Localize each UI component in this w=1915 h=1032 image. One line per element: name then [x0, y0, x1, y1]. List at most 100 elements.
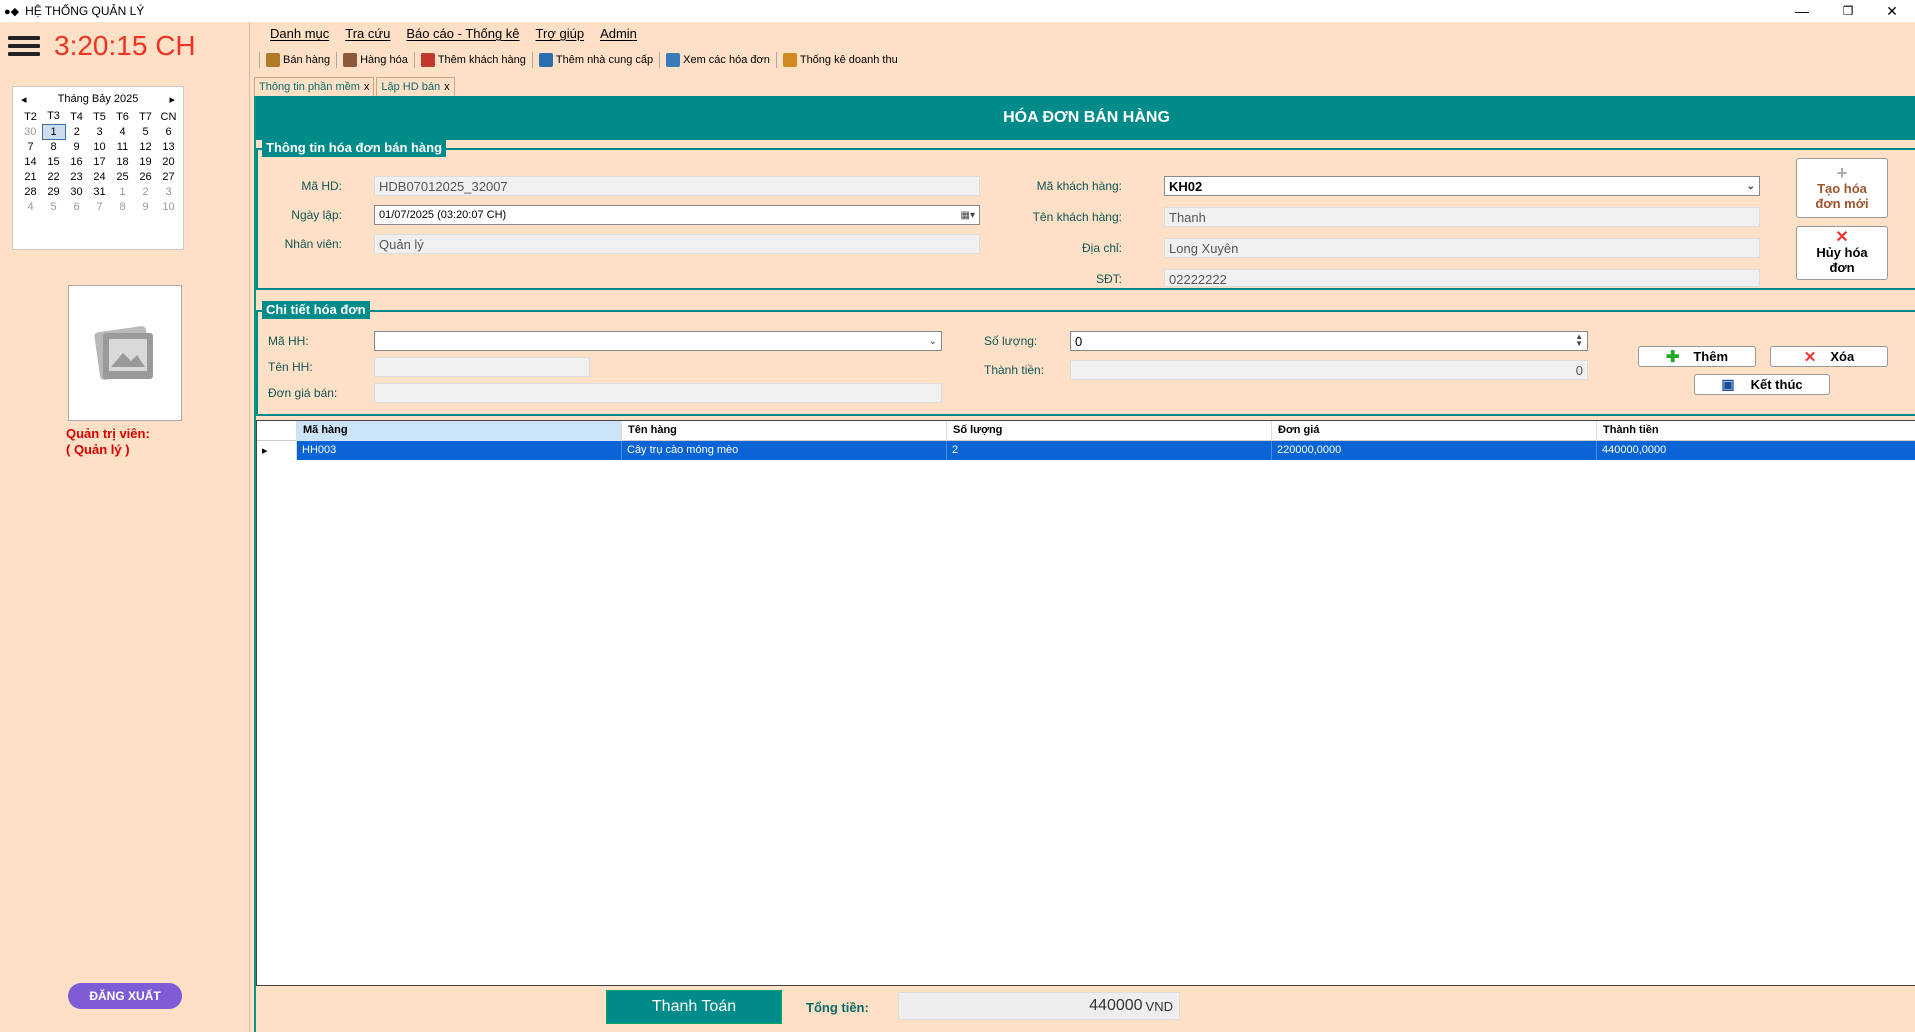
- column-header[interactable]: Thành tiền: [1597, 421, 1915, 441]
- page-title: HÓA ĐƠN BÁN HÀNG: [256, 96, 1915, 140]
- calendar-day[interactable]: 30: [65, 184, 88, 199]
- restore-button[interactable]: ❐: [1825, 0, 1871, 22]
- calendar-day[interactable]: 16: [65, 154, 88, 169]
- calendar-day[interactable]: 25: [111, 169, 134, 184]
- logout-button[interactable]: ĐĂNG XUẤT: [68, 983, 182, 1009]
- tab-lap-hd-ban[interactable]: Lập HD bán x: [376, 77, 455, 96]
- calendar-day[interactable]: 20: [157, 154, 180, 169]
- toolbar-them-nha-cung-cap[interactable]: Thêm nhà cung cấp: [534, 53, 658, 67]
- toolbar-separator: [336, 52, 338, 68]
- date-picker[interactable]: 01/07/2025 (03:20:07 CH) ▦▾: [374, 205, 980, 225]
- table-cell[interactable]: 2: [947, 441, 1272, 460]
- tab-close-icon[interactable]: x: [444, 81, 450, 93]
- calendar-day[interactable]: 6: [65, 199, 88, 214]
- calendar-day[interactable]: 2: [65, 124, 88, 139]
- calendar-day[interactable]: 10: [157, 199, 180, 214]
- toolbar-ban-hang[interactable]: Bán hàng: [261, 53, 335, 67]
- toolbar-them-khach-hang[interactable]: Thêm khách hàng: [416, 53, 531, 67]
- next-month-icon[interactable]: ▸: [169, 93, 175, 106]
- invoice-detail-group: Chi tiết hóa đơn Mã HH: ⌄ Tên HH: Đơn gi…: [256, 301, 1915, 416]
- column-header[interactable]: Số lượng: [947, 421, 1272, 441]
- calendar-day[interactable]: 8: [111, 199, 134, 214]
- calendar-day[interactable]: 3: [157, 184, 180, 199]
- calendar-day[interactable]: 19: [134, 154, 157, 169]
- calendar-day[interactable]: 21: [19, 169, 42, 184]
- menu-bao-cao[interactable]: Báo cáo - Thống kê: [398, 26, 527, 46]
- calendar-day[interactable]: 12: [134, 139, 157, 154]
- chevron-down-icon[interactable]: ⌄: [929, 334, 937, 349]
- calendar-day[interactable]: 24: [88, 169, 111, 184]
- calendar-day[interactable]: 6: [157, 124, 180, 139]
- toolbar-hang-hoa[interactable]: Hàng hóa: [338, 53, 413, 67]
- calendar-day[interactable]: 1: [111, 184, 134, 199]
- quantity-stepper[interactable]: 0 ▲ ▼: [1070, 331, 1588, 351]
- calendar-day[interactable]: 11: [111, 139, 134, 154]
- chevron-down-icon[interactable]: ⌄: [1747, 179, 1755, 194]
- calendar-day[interactable]: 29: [42, 184, 65, 199]
- table-cell[interactable]: 220000,0000: [1272, 441, 1597, 460]
- calendar-day[interactable]: 30: [19, 124, 42, 139]
- customer-code-select[interactable]: KH02 ⌄: [1164, 176, 1760, 196]
- add-button[interactable]: ✚ Thêm: [1638, 346, 1756, 367]
- table-row[interactable]: ▸ HH003 Cây trụ cào móng mèo 2 220000,00…: [257, 441, 1915, 460]
- pay-button[interactable]: Thanh Toán: [606, 990, 782, 1024]
- month-calendar[interactable]: ◂ Tháng Bảy 2025 ▸ T2 T3 T4 T5 T6 T7 CN 30 1 2 3 4 5…: [12, 86, 184, 250]
- spinner-arrows-icon[interactable]: ▲ ▼: [1575, 333, 1583, 348]
- close-button[interactable]: ✕: [1869, 0, 1915, 22]
- hamburger-menu-icon[interactable]: [8, 32, 40, 64]
- calendar-dropdown-icon[interactable]: ▦▾: [961, 208, 975, 223]
- calendar-day[interactable]: 3: [88, 124, 111, 139]
- cancel-invoice-button[interactable]: ✕ Hủy hóa đơn: [1796, 226, 1888, 280]
- calendar-day[interactable]: 5: [134, 124, 157, 139]
- tab-thong-tin-phan-mem[interactable]: Thông tin phần mềm x: [254, 77, 375, 96]
- calendar-day[interactable]: 9: [134, 199, 157, 214]
- menu-danh-muc[interactable]: Danh mục: [262, 26, 337, 46]
- calendar-day[interactable]: 7: [19, 139, 42, 154]
- calendar-day[interactable]: 22: [42, 169, 65, 184]
- calendar-day[interactable]: 28: [19, 184, 42, 199]
- table-cell[interactable]: Cây trụ cào móng mèo: [622, 441, 947, 460]
- column-header[interactable]: Mã hàng: [297, 421, 622, 441]
- calendar-day[interactable]: 27: [157, 169, 180, 184]
- new-invoice-button[interactable]: + Tạo hóa đơn mới: [1796, 158, 1888, 218]
- save-icon: ▣: [1721, 376, 1735, 392]
- menu-tra-cuu[interactable]: Tra cứu: [337, 26, 398, 46]
- row-selector-icon[interactable]: ▸: [257, 441, 297, 460]
- item-code-select[interactable]: ⌄: [374, 331, 942, 351]
- calendar-day[interactable]: 2: [134, 184, 157, 199]
- calendar-day[interactable]: 1: [41, 123, 66, 140]
- plus-icon: +: [1836, 163, 1848, 183]
- calendar-day[interactable]: 4: [19, 199, 42, 214]
- table-cell[interactable]: 440000,0000: [1597, 441, 1915, 460]
- column-header[interactable]: Tên hàng: [622, 421, 947, 441]
- calendar-day[interactable]: 8: [42, 139, 65, 154]
- invoice-items-grid[interactable]: Mã hàng Tên hàng Số lượng Đơn giá Thành …: [256, 420, 1915, 986]
- calendar-day[interactable]: 17: [88, 154, 111, 169]
- prev-month-icon[interactable]: ◂: [21, 93, 27, 106]
- tab-close-icon[interactable]: x: [364, 81, 370, 93]
- calendar-day[interactable]: 26: [134, 169, 157, 184]
- calendar-day[interactable]: 31: [88, 184, 111, 199]
- menu-admin[interactable]: Admin: [592, 26, 645, 46]
- calendar-day[interactable]: 9: [65, 139, 88, 154]
- minimize-button[interactable]: —: [1779, 0, 1825, 22]
- finish-button[interactable]: ▣ Kết thúc: [1694, 374, 1830, 395]
- supplier-icon: [538, 53, 553, 67]
- calendar-day[interactable]: 13: [157, 139, 180, 154]
- table-cell[interactable]: HH003: [297, 441, 622, 460]
- calendar-day[interactable]: 14: [19, 154, 42, 169]
- toolbar-xem-hoa-don[interactable]: Xem các hóa đơn: [661, 53, 775, 67]
- toolbar-thong-ke-doanh-thu[interactable]: Thống kê doanh thu: [778, 53, 903, 67]
- calendar-day[interactable]: 4: [111, 124, 134, 139]
- calendar-grid[interactable]: T2 T3 T4 T5 T6 T7 CN 30 1 2 3 4 5 6 7 8 9 10 11 12 13 14 15 16 1…: [19, 109, 180, 214]
- calendar-day[interactable]: 18: [111, 154, 134, 169]
- calendar-day[interactable]: 5: [42, 199, 65, 214]
- calendar-day[interactable]: 7: [88, 199, 111, 214]
- calendar-day[interactable]: 23: [65, 169, 88, 184]
- delete-button[interactable]: ✕ Xóa: [1770, 346, 1888, 367]
- menu-tro-giup[interactable]: Trợ giúp: [528, 26, 593, 46]
- column-header[interactable]: Đơn giá: [1272, 421, 1597, 441]
- admin-role: Quản trị viên:: [66, 426, 150, 441]
- calendar-day[interactable]: 15: [42, 154, 65, 169]
- calendar-day[interactable]: 10: [88, 139, 111, 154]
